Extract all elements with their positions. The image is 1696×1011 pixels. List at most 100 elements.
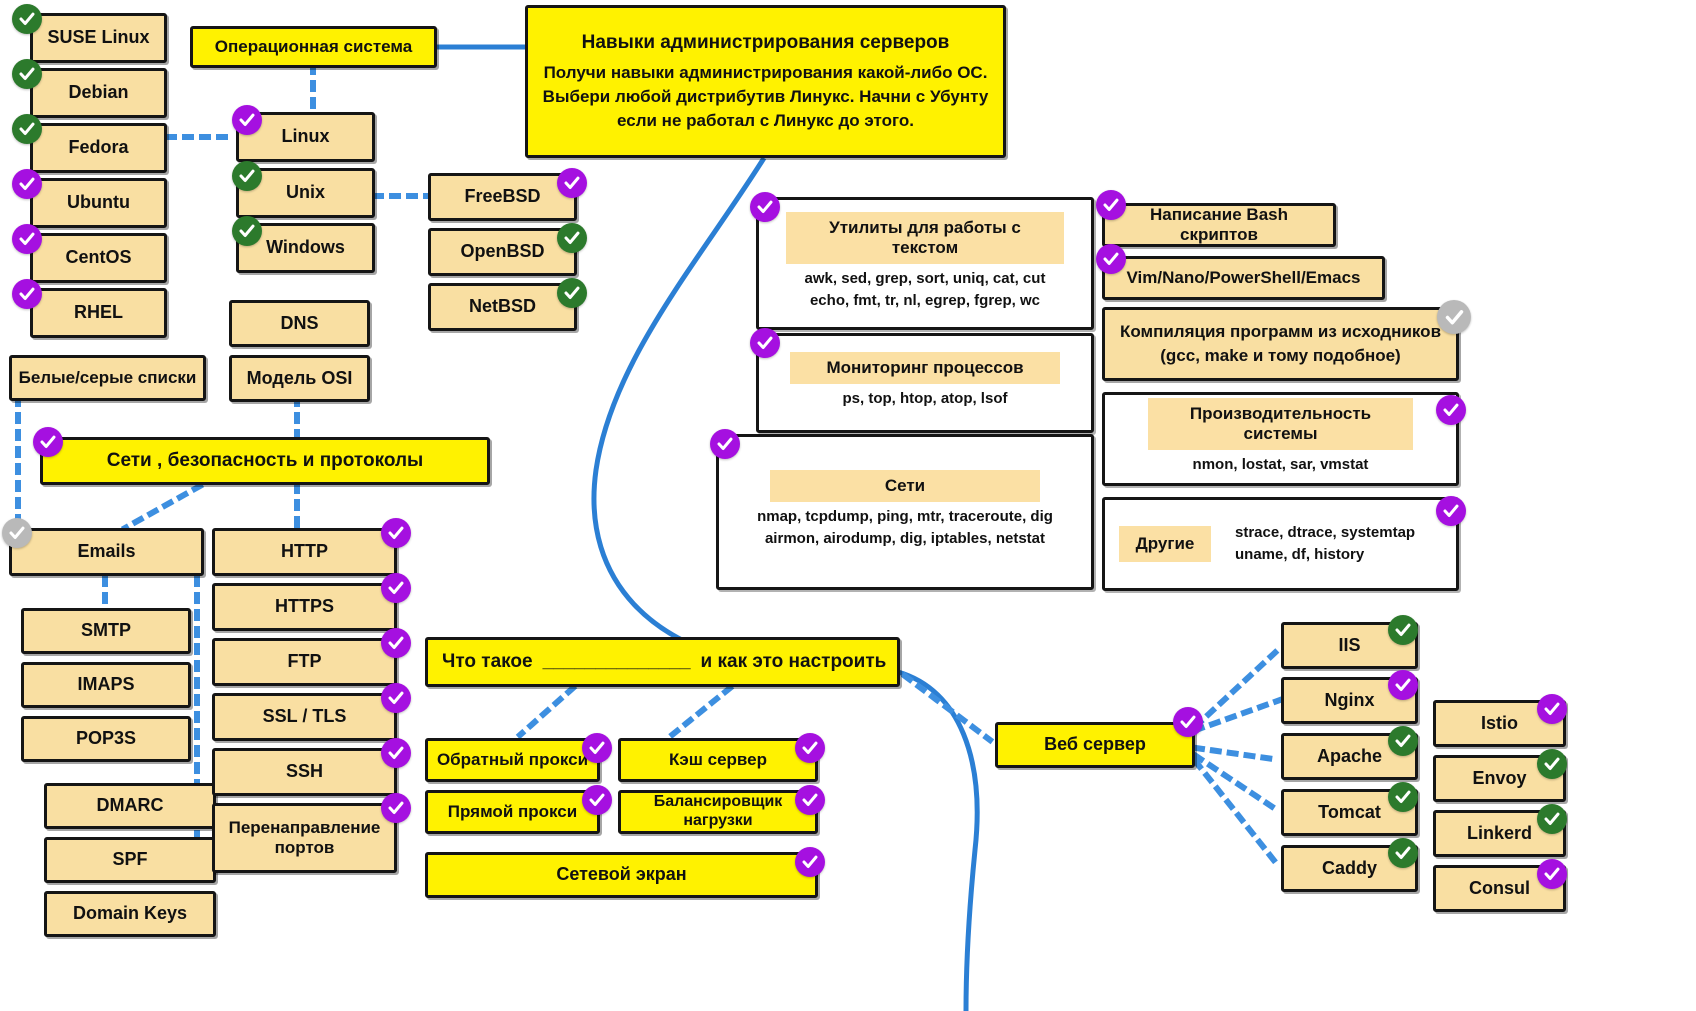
- check-other-tools[interactable]: [1436, 496, 1466, 526]
- node-ftp[interactable]: FTP: [212, 638, 397, 686]
- card-system-performance[interactable]: Производительность системы nmon, lostat,…: [1102, 392, 1459, 486]
- check-tomcat[interactable]: [1388, 782, 1418, 812]
- node-reverse-proxy[interactable]: Обратный прокси: [425, 738, 600, 782]
- check-unix[interactable]: [232, 161, 262, 191]
- check-ssh[interactable]: [381, 738, 411, 768]
- node-bash-scripting[interactable]: Написание Bash скриптов: [1102, 203, 1336, 247]
- system-performance-header: Производительность системы: [1148, 398, 1413, 451]
- check-istio[interactable]: [1537, 694, 1567, 724]
- node-freebsd[interactable]: FreeBSD: [428, 173, 577, 221]
- card-text-utilities[interactable]: Утилиты для работы с текстом awk, sed, g…: [756, 197, 1094, 330]
- check-openbsd[interactable]: [557, 223, 587, 253]
- check-apache[interactable]: [1388, 726, 1418, 756]
- other-tools-header: Другие: [1119, 526, 1211, 562]
- node-http[interactable]: HTTP: [212, 528, 397, 576]
- card-process-monitoring[interactable]: Мониторинг процессов ps, top, htop, atop…: [756, 333, 1094, 433]
- check-bash-scripting[interactable]: [1096, 190, 1126, 220]
- check-windows[interactable]: [232, 216, 262, 246]
- check-netbsd[interactable]: [557, 278, 587, 308]
- process-monitoring-line-1: ps, top, htop, atop, lsof: [842, 390, 1008, 408]
- node-ssh[interactable]: SSH: [212, 748, 397, 796]
- check-envoy[interactable]: [1537, 749, 1567, 779]
- networks-tools-line-2: airmon, airodump, dig, iptables, netstat: [764, 530, 1046, 547]
- node-netbsd[interactable]: NetBSD: [428, 283, 577, 331]
- check-ubuntu[interactable]: [12, 169, 42, 199]
- check-system-performance[interactable]: [1436, 395, 1466, 425]
- check-iis[interactable]: [1388, 615, 1418, 645]
- node-port-forwarding[interactable]: Перенаправление портов: [212, 803, 397, 873]
- check-cache-server[interactable]: [795, 733, 825, 763]
- link-web-caddy: [1191, 757, 1285, 873]
- check-networks-tools[interactable]: [710, 429, 740, 459]
- check-compile-from-source[interactable]: [1437, 300, 1471, 334]
- node-smtp[interactable]: SMTP: [21, 608, 191, 654]
- check-port-forwarding[interactable]: [381, 793, 411, 823]
- node-load-balancer[interactable]: Балансировщик нагрузки: [618, 790, 818, 834]
- node-openbsd[interactable]: OpenBSD: [428, 228, 577, 276]
- check-centos[interactable]: [12, 224, 42, 254]
- check-linkerd[interactable]: [1537, 804, 1567, 834]
- check-http[interactable]: [381, 518, 411, 548]
- node-networks-security-protocols[interactable]: Сети , безопасность и протоколы: [40, 437, 490, 485]
- node-spf[interactable]: SPF: [44, 837, 216, 883]
- node-forward-proxy[interactable]: Прямой прокси: [425, 790, 600, 834]
- node-osi-model[interactable]: Модель OSI: [229, 355, 370, 402]
- check-debian[interactable]: [12, 59, 42, 89]
- check-ftp[interactable]: [381, 628, 411, 658]
- check-linux[interactable]: [232, 105, 262, 135]
- check-firewall[interactable]: [795, 847, 825, 877]
- node-operating-system[interactable]: Операционная система: [190, 26, 437, 68]
- node-suse-linux[interactable]: SUSE Linux: [30, 13, 167, 63]
- check-suse-linux[interactable]: [12, 4, 42, 34]
- check-rhel[interactable]: [12, 279, 42, 309]
- title-line-3: если не работал с Линукс до этого.: [617, 111, 914, 131]
- check-load-balancer[interactable]: [795, 785, 825, 815]
- check-freebsd[interactable]: [557, 168, 587, 198]
- what-is-suffix: и как это настроить: [700, 650, 887, 672]
- port-forwarding-line-1: Перенаправление: [228, 817, 381, 837]
- node-editors[interactable]: Vim/Nano/PowerShell/Emacs: [1102, 256, 1385, 300]
- check-reverse-proxy[interactable]: [582, 733, 612, 763]
- compile-line-2: (gcc, make и тому подобное): [1160, 345, 1401, 365]
- check-ssl-tls[interactable]: [381, 683, 411, 713]
- check-networks-security-protocols[interactable]: [33, 427, 63, 457]
- node-debian[interactable]: Debian: [30, 68, 167, 118]
- check-text-utilities[interactable]: [750, 192, 780, 222]
- node-pop3s[interactable]: POP3S: [21, 716, 191, 762]
- node-dmarc[interactable]: DMARC: [44, 783, 216, 829]
- node-emails[interactable]: Emails: [9, 528, 204, 576]
- check-https[interactable]: [381, 573, 411, 603]
- check-emails[interactable]: [2, 518, 32, 548]
- node-centos[interactable]: CentOS: [30, 233, 167, 283]
- link-whatis-webserver: [900, 671, 995, 745]
- card-networks-tools[interactable]: Сети nmap, tcpdump, ping, mtr, tracerout…: [716, 434, 1094, 590]
- check-forward-proxy[interactable]: [582, 785, 612, 815]
- link-whatis-cache: [667, 683, 735, 740]
- process-monitoring-header: Мониторинг процессов: [790, 352, 1060, 385]
- node-domain-keys[interactable]: Domain Keys: [44, 891, 216, 937]
- node-ssl-tls[interactable]: SSL / TLS: [212, 693, 397, 741]
- check-consul[interactable]: [1537, 859, 1567, 889]
- node-dns[interactable]: DNS: [229, 300, 370, 347]
- node-imaps[interactable]: IMAPS: [21, 662, 191, 708]
- node-fedora[interactable]: Fedora: [30, 123, 167, 173]
- node-firewall[interactable]: Сетевой экран: [425, 852, 818, 898]
- check-fedora[interactable]: [12, 114, 42, 144]
- node-web-server[interactable]: Веб сервер: [995, 722, 1195, 768]
- node-rhel[interactable]: RHEL: [30, 288, 167, 338]
- node-cache-server[interactable]: Кэш сервер: [618, 738, 818, 782]
- networks-tools-body: nmap, tcpdump, ping, mtr, traceroute, di…: [751, 502, 1059, 554]
- check-web-server[interactable]: [1173, 707, 1203, 737]
- text-utilities-body: awk, sed, grep, sort, uniq, cat, cut ech…: [799, 264, 1052, 316]
- check-nginx[interactable]: [1388, 670, 1418, 700]
- system-performance-line-1: nmon, lostat, sar, vmstat: [1192, 456, 1369, 474]
- node-https[interactable]: HTTPS: [212, 583, 397, 631]
- node-what-is-and-how-to-configure[interactable]: Что такое ______________ и как это настр…: [425, 637, 900, 687]
- check-editors[interactable]: [1096, 244, 1126, 274]
- node-compile-from-source[interactable]: Компиляция программ из исходников (gcc, …: [1102, 307, 1459, 381]
- node-ubuntu[interactable]: Ubuntu: [30, 178, 167, 228]
- check-process-monitoring[interactable]: [750, 328, 780, 358]
- node-grey-white-lists[interactable]: Белые/серые списки: [9, 355, 206, 401]
- check-caddy[interactable]: [1388, 838, 1418, 868]
- card-other-tools[interactable]: Другие strace, dtrace, systemtap uname, …: [1102, 497, 1459, 591]
